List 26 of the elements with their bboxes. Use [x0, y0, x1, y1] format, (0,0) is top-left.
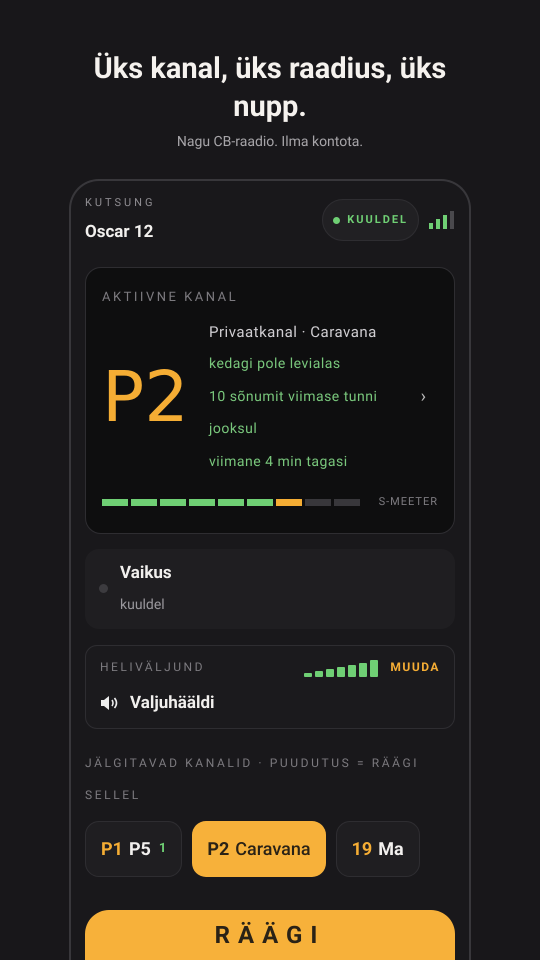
chevron: › [420, 385, 426, 410]
channel-chip[interactable]: P2 Caravana [192, 821, 326, 877]
active-channel-card[interactable]: AKTIIVNE KANAL P2 Privaatkanal · Caravana kedagi pole levialas 10 sõnumit viimase tunni jooksul viimane 4 min tagasi › S-MEETER [85, 267, 455, 534]
active-channel-label: AKTIIVNE KANAL [102, 289, 240, 307]
headline: Üks kanal, üks raadius, üks nupp. [92, 51, 448, 126]
channels-label: JÄLGITAVAD KANALID · PUUDUTUS = RÄÄGI SELLEL [85, 755, 420, 804]
signal-icon [429, 211, 455, 229]
channel-code: P2 [102, 362, 190, 432]
presence-title: Vaikus [120, 562, 172, 586]
change-button[interactable]: MUUDA [390, 658, 440, 676]
presence-subtitle: kuuldel [120, 596, 166, 615]
channel-info: kedagi pole levialas [209, 355, 342, 374]
status-label: KUULDEL [347, 212, 408, 228]
volume-level-icon [304, 658, 378, 676]
talk-button[interactable]: RÄÄGI [85, 910, 455, 960]
s-meter-label: S-MEETER [378, 494, 438, 510]
subtitle: Nagu CB-raadio. Ilma kontota. [176, 133, 364, 152]
callsign: Oscar 12 [85, 220, 154, 244]
channel-chip[interactable]: 19 Ma [336, 821, 420, 877]
channel-title: Privaatkanal · Caravana [209, 322, 378, 342]
audio-label: HELIVÄLJUND [100, 659, 205, 676]
speaker-icon [100, 695, 118, 712]
audio-output: Valjuhääldi [130, 692, 215, 714]
channel-chip[interactable]: P1 P5 1 [85, 821, 182, 877]
callsign-label: KUTSUNG [85, 195, 156, 211]
channel-info: viimane 4 min tagasi [209, 452, 349, 472]
